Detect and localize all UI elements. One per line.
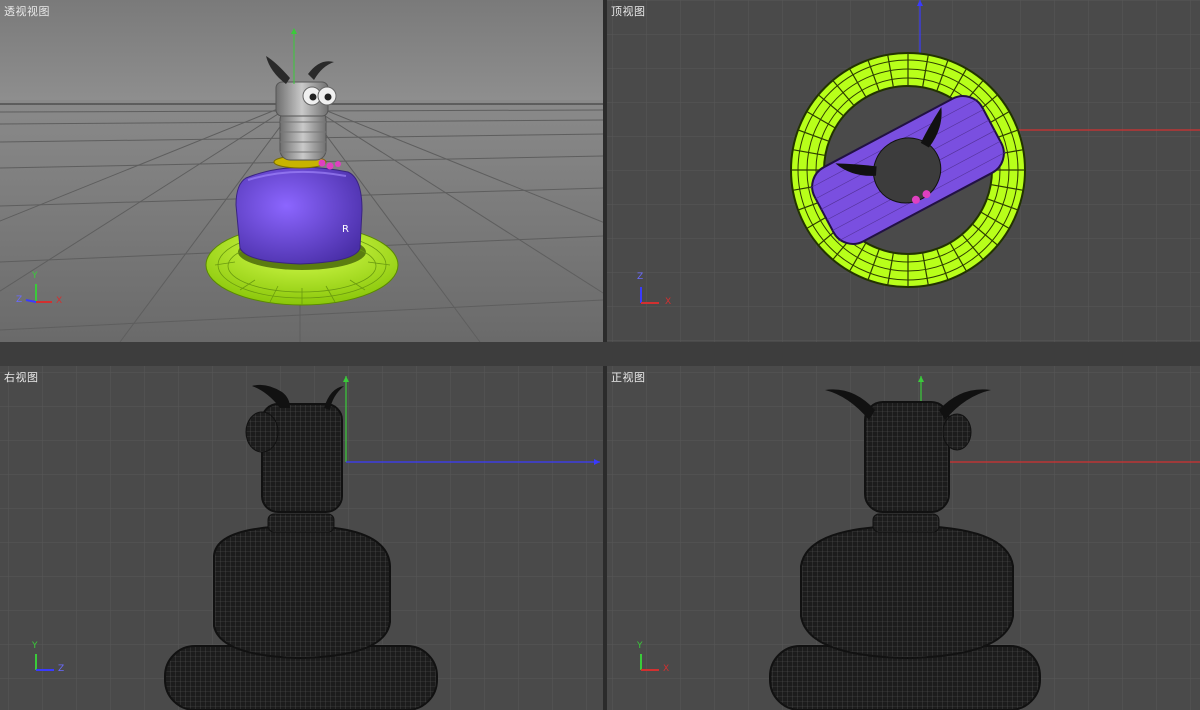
viewport-separator-horizontal[interactable]	[0, 342, 1200, 366]
viewport-front[interactable]: 正视图 Y X	[607, 366, 1200, 710]
viewport-title: 正视图	[611, 371, 646, 384]
perspective-scene: R	[0, 0, 603, 342]
viewport-title: 顶视图	[611, 5, 646, 18]
axis-label-y: Y	[637, 641, 643, 651]
front-scene	[607, 366, 1200, 710]
axis-label-x: X	[56, 296, 63, 306]
top-scene	[607, 0, 1200, 342]
viewport-right[interactable]: 右视图 Y Z	[0, 366, 603, 710]
viewport-title: 右视图	[4, 371, 39, 384]
axis-label-x: X	[663, 664, 670, 674]
viewport-title: 透视视图	[4, 5, 50, 18]
axis-label-z: Z	[16, 295, 23, 305]
viewport-perspective[interactable]: R 透视视图 Y Z X	[0, 0, 603, 342]
body-logo: R	[342, 224, 349, 235]
axis-label-x: X	[665, 297, 672, 307]
purple-body[interactable]: R	[235, 166, 363, 265]
axis-label-y: Y	[32, 271, 38, 281]
axis-label-z: Z	[58, 664, 65, 674]
viewport-top[interactable]: 顶视图 Z X	[607, 0, 1200, 342]
axis-label-z: Z	[637, 272, 644, 282]
axis-label-y: Y	[32, 641, 38, 651]
right-scene	[0, 366, 603, 710]
